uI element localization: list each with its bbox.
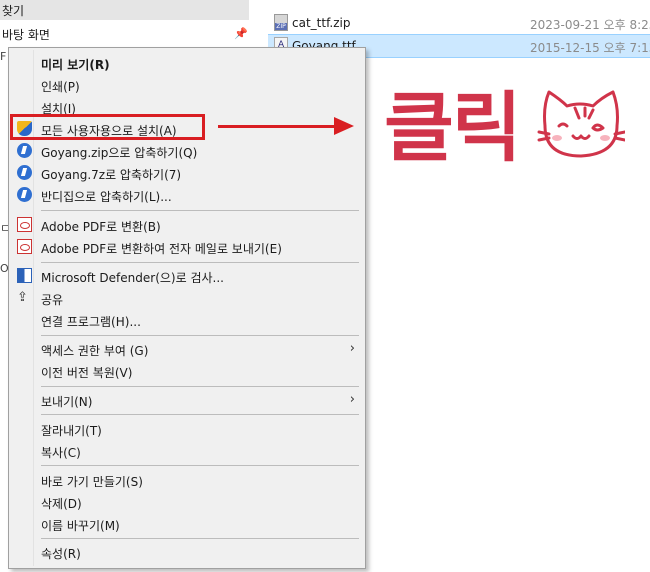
menu-item-label: 이름 바꾸기(M): [41, 519, 120, 533]
nav-item-desktop[interactable]: 바탕 화면 📌: [0, 24, 249, 44]
menu-separator: [41, 386, 359, 387]
arrow-head-icon: [334, 117, 354, 135]
menu-separator: [41, 538, 359, 539]
menu-item-label: 액세스 권한 부여 (G): [41, 344, 149, 358]
bandizip-icon: [17, 165, 32, 180]
menu-separator: [41, 210, 359, 211]
menu-item-share[interactable]: ⇪ 공유: [11, 287, 363, 309]
cat-face-icon: [537, 90, 625, 158]
menu-item-cut[interactable]: 잘라내기(T): [11, 418, 363, 440]
nav-item-label: 바탕 화면: [2, 28, 50, 42]
menu-item-label: 삭제(D): [41, 497, 82, 511]
menu-item-label: 공유: [41, 293, 64, 307]
adobe-pdf-mail-icon: [17, 239, 32, 254]
menu-item-delete[interactable]: 삭제(D): [11, 491, 363, 513]
highlight-box: [10, 114, 205, 140]
menu-item-label: 이전 버전 복원(V): [41, 366, 133, 380]
pin-icon[interactable]: 📌: [234, 27, 248, 40]
menu-item-rename[interactable]: 이름 바꾸기(M): [11, 513, 363, 535]
bandizip-icon: [17, 187, 32, 202]
chevron-right-icon: ›: [349, 392, 355, 407]
menu-item-label: 바로 가기 만들기(S): [41, 475, 143, 489]
menu-item-create-shortcut[interactable]: 바로 가기 만들기(S): [11, 469, 363, 491]
defender-icon: [17, 268, 32, 283]
menu-item-label: 인쇄(P): [41, 80, 80, 94]
menu-item-label: Microsoft Defender(으)로 검사...: [41, 271, 224, 285]
menu-item-label: 복사(C): [41, 446, 81, 460]
menu-item-copy[interactable]: 복사(C): [11, 440, 363, 462]
menu-item-label: 반디집으로 압축하기(L)...: [41, 190, 172, 204]
menu-separator: [41, 262, 359, 263]
bandizip-icon: [17, 143, 32, 158]
menu-separator: [41, 335, 359, 336]
menu-separator: [41, 465, 359, 466]
menu-item-label: Adobe PDF로 변환하여 전자 메일로 보내기(E): [41, 242, 282, 256]
file-row[interactable]: cat_ttf.zip 2023-09-21 오후 8:25: [268, 12, 650, 34]
menu-item-compress-7z[interactable]: Goyang.7z로 압축하기(7): [11, 162, 363, 184]
menu-item-compress-bandizip[interactable]: 반디집으로 압축하기(L)...: [11, 184, 363, 206]
menu-item-compress-zip[interactable]: Goyang.zip으로 압축하기(Q): [11, 140, 363, 162]
nav-fragment: F: [0, 50, 7, 63]
arrow-icon: [218, 125, 338, 128]
file-name: cat_ttf.zip: [292, 16, 351, 30]
menu-item-label: Goyang.7z로 압축하기(7): [41, 168, 182, 182]
menu-item-open-with[interactable]: 연결 프로그램(H)...: [11, 309, 363, 331]
menu-item-send-to[interactable]: 보내기(N) ›: [11, 389, 363, 411]
adobe-pdf-icon: [17, 217, 32, 232]
chevron-right-icon: ›: [349, 341, 355, 356]
file-date: 2023-09-21 오후 8:25: [530, 18, 650, 32]
menu-item-label: 보내기(N): [41, 395, 93, 409]
menu-item-label: 연결 프로그램(H)...: [41, 315, 141, 329]
nav-item-quick-access[interactable]: 찾기: [0, 0, 249, 20]
menu-item-label: 속성(R): [41, 547, 81, 561]
menu-item-label: Adobe PDF로 변환(B): [41, 220, 161, 234]
menu-item-restore-versions[interactable]: 이전 버전 복원(V): [11, 360, 363, 382]
menu-item-preview[interactable]: 미리 보기(R): [11, 52, 363, 74]
menu-item-defender-scan[interactable]: Microsoft Defender(으)로 검사...: [11, 265, 363, 287]
menu-item-adobe-pdf[interactable]: Adobe PDF로 변환(B): [11, 214, 363, 236]
menu-item-label: Goyang.zip으로 압축하기(Q): [41, 146, 198, 160]
menu-item-adobe-pdf-email[interactable]: Adobe PDF로 변환하여 전자 메일로 보내기(E): [11, 236, 363, 258]
file-date: 2015-12-15 오후 7:13: [530, 41, 650, 55]
menu-item-print[interactable]: 인쇄(P): [11, 74, 363, 96]
zip-icon: [274, 14, 288, 31]
menu-item-properties[interactable]: 속성(R): [11, 541, 363, 563]
menu-separator: [41, 414, 359, 415]
share-icon: ⇪: [17, 290, 28, 305]
menu-item-label: 미리 보기(R): [41, 58, 110, 72]
click-annotation-text: 클릭: [384, 83, 522, 172]
menu-item-grant-access[interactable]: 액세스 권한 부여 (G) ›: [11, 338, 363, 360]
nav-item-label: 찾기: [2, 4, 25, 18]
menu-item-label: 잘라내기(T): [41, 424, 102, 438]
